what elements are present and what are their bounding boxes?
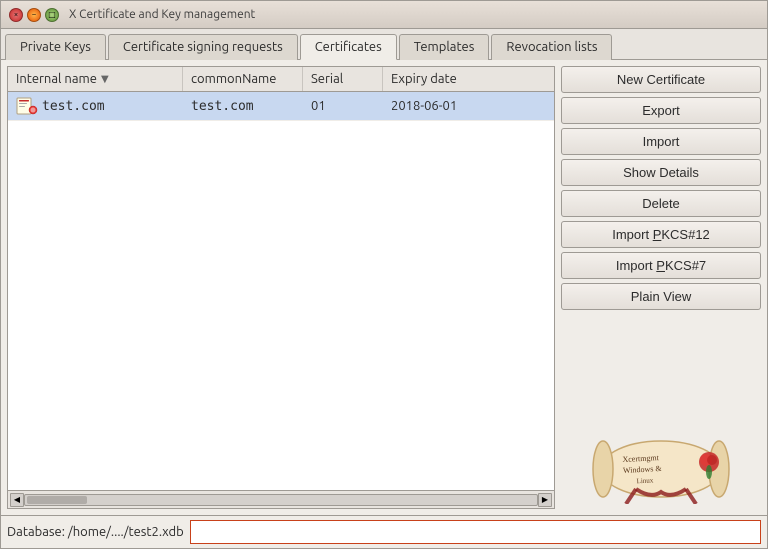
cell-expiry-date: 2018-06-01 [383, 92, 493, 120]
titlebar: × − □ X Certificate and Key management [1, 1, 767, 29]
col-header-common-name[interactable]: commonName [183, 67, 303, 91]
maximize-icon: □ [48, 10, 56, 19]
table-row[interactable]: test.com test.com 01 2018-06-01 [8, 92, 554, 121]
tabs-bar: Private Keys Certificate signing request… [1, 29, 767, 60]
minimize-icon: − [32, 10, 37, 19]
certificate-icon [16, 96, 38, 116]
sort-arrow-icon: ▼ [101, 73, 109, 85]
show-details-button[interactable]: Show Details [561, 159, 761, 186]
statusbar: Database: /home/..../test2.xdb [1, 515, 767, 548]
window-controls: × − □ [9, 8, 59, 22]
table-header: Internal name ▼ commonName Serial Expiry… [8, 67, 554, 92]
status-input[interactable] [190, 520, 761, 544]
certificates-table-panel: Internal name ▼ commonName Serial Expiry… [7, 66, 555, 509]
certificate-logo: Xcertmgmt Windows & Linux [561, 409, 761, 509]
main-window: × − □ X Certificate and Key management P… [0, 0, 768, 549]
cell-serial: 01 [303, 92, 383, 120]
content-area: Internal name ▼ commonName Serial Expiry… [1, 60, 767, 515]
tab-csr[interactable]: Certificate signing requests [108, 34, 298, 60]
table-body: test.com test.com 01 2018-06-01 [8, 92, 554, 490]
pkcs12-underline: P [653, 227, 662, 242]
col-header-serial[interactable]: Serial [303, 67, 383, 91]
scroll-right-button[interactable]: ▶ [538, 493, 552, 507]
import-pkcs7-button[interactable]: Import PKCS#7 [561, 252, 761, 279]
cell-common-name: test.com [183, 92, 303, 120]
minimize-button[interactable]: − [27, 8, 41, 22]
horizontal-scrollbar[interactable] [24, 494, 538, 506]
tab-templates[interactable]: Templates [399, 34, 490, 60]
import-button[interactable]: Import [561, 128, 761, 155]
xca-logo-icon: Xcertmgmt Windows & Linux [581, 414, 741, 504]
svg-text:Linux: Linux [636, 476, 654, 485]
close-icon: × [14, 10, 19, 19]
tab-private-keys[interactable]: Private Keys [5, 34, 106, 60]
export-button[interactable]: Export [561, 97, 761, 124]
tab-revocation[interactable]: Revocation lists [491, 34, 612, 60]
close-button[interactable]: × [9, 8, 23, 22]
database-label: Database: /home/..../test2.xdb [7, 525, 184, 539]
right-panel: New Certificate Export Import Show Detai… [561, 66, 761, 509]
delete-button[interactable]: Delete [561, 190, 761, 217]
cell-internal-name: test.com [8, 92, 183, 120]
import-pkcs12-button[interactable]: Import PKCS#12 [561, 221, 761, 248]
tab-certificates[interactable]: Certificates [300, 34, 397, 60]
pkcs7-underline: P [656, 258, 665, 273]
col-header-internal-name[interactable]: Internal name ▼ [8, 67, 183, 91]
new-certificate-button[interactable]: New Certificate [561, 66, 761, 93]
scrollbar-area: ◀ ▶ [8, 490, 554, 508]
maximize-button[interactable]: □ [45, 8, 59, 22]
window-title: X Certificate and Key management [69, 8, 759, 21]
col-header-expiry-date[interactable]: Expiry date [383, 67, 493, 91]
plain-view-button[interactable]: Plain View [561, 283, 761, 310]
scroll-left-button[interactable]: ◀ [10, 493, 24, 507]
scroll-thumb[interactable] [27, 496, 87, 504]
